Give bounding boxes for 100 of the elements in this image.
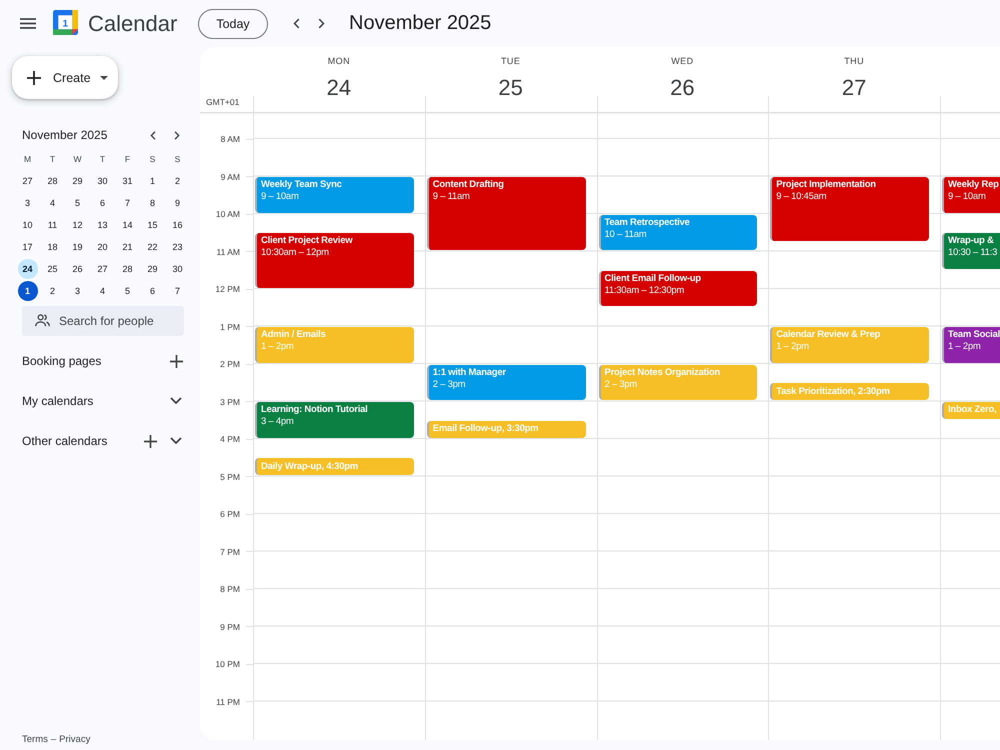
mini-calendar-day[interactable]: 27 xyxy=(18,171,38,191)
event-chip[interactable]: Team Social 1 – 2pm xyxy=(942,327,1000,362)
period-title: November 2025 xyxy=(349,12,492,35)
weekday-name: THU xyxy=(844,55,864,67)
mini-calendar-day[interactable]: 9 xyxy=(168,193,188,213)
plus-icon xyxy=(144,434,156,448)
section-title[interactable]: Booking pages xyxy=(22,354,160,368)
mini-calendar-day[interactable]: 12 xyxy=(68,215,88,235)
footer-link[interactable]: Terms xyxy=(22,734,48,746)
chevron-right-icon xyxy=(318,18,324,29)
mini-calendar-day[interactable]: 28 xyxy=(118,259,138,279)
mini-calendar-day[interactable]: 5 xyxy=(118,281,138,301)
mini-calendar-day[interactable]: 10 xyxy=(18,215,38,235)
timezone-label: GMT+01 xyxy=(206,97,240,107)
people-icon xyxy=(35,314,50,327)
weekday-name: TUE xyxy=(501,55,520,67)
mini-calendar-day[interactable]: 21 xyxy=(118,237,138,257)
event-chip[interactable]: Weekly Rep 9 – 10am xyxy=(942,177,1000,212)
footer-link[interactable]: Privacy xyxy=(59,734,90,746)
hour-label: 6 PM xyxy=(220,509,241,519)
hour-label: 1 PM xyxy=(220,322,241,332)
mini-calendar-day[interactable]: 3 xyxy=(68,281,88,301)
hour-label: 3 PM xyxy=(220,396,241,406)
date-number[interactable]: 24 xyxy=(326,74,352,102)
mini-calendar-day[interactable]: 5 xyxy=(68,193,88,213)
app-logo: 1 xyxy=(53,10,78,34)
mini-calendar-day[interactable]: 28 xyxy=(42,171,62,191)
mini-calendar-day[interactable]: 2 xyxy=(168,171,188,191)
chevron-left-icon xyxy=(292,18,300,29)
weekday-name: MON xyxy=(328,55,350,67)
section-title[interactable]: Other calendars xyxy=(22,434,134,448)
hour-label: 11 AM xyxy=(216,246,241,256)
mini-calendar-day[interactable]: 24 xyxy=(18,259,38,279)
mini-calendar-title: November 2025 xyxy=(22,128,108,142)
mini-calendar-day[interactable]: 20 xyxy=(92,237,112,257)
mini-calendar-day[interactable]: 30 xyxy=(92,171,112,191)
mini-calendar-day[interactable]: 1 xyxy=(142,171,162,191)
mini-calendar-day[interactable]: 6 xyxy=(142,281,162,301)
mini-calendar-day[interactable]: 3 xyxy=(18,193,38,213)
weekday-initial: W xyxy=(72,154,83,164)
hour-label: 7 PM xyxy=(220,546,241,556)
mini-calendar-day[interactable]: 16 xyxy=(168,215,188,235)
create-button[interactable]: Create xyxy=(12,56,118,99)
weekday-initial: M xyxy=(22,154,32,164)
hour-label: 4 PM xyxy=(220,434,241,444)
hour-label: 8 PM xyxy=(220,584,241,594)
mini-calendar-day[interactable]: 11 xyxy=(42,215,62,235)
footer-separator: – xyxy=(50,734,56,746)
people-search-field[interactable]: Search for people xyxy=(22,306,184,336)
weekday-initial: T xyxy=(48,154,56,164)
weekday-initial: S xyxy=(148,154,156,164)
hour-label: 12 PM xyxy=(215,284,241,294)
mini-calendar-day[interactable]: 19 xyxy=(68,237,88,257)
hour-label: 5 PM xyxy=(220,472,241,482)
hour-label: 11 PM xyxy=(216,696,241,706)
app-name: Calendar xyxy=(88,10,178,36)
mini-calendar-day[interactable]: 1 xyxy=(18,281,38,301)
mini-calendar-day[interactable]: 14 xyxy=(118,215,138,235)
event-chip[interactable]: Project Implementation 9 – 10:45am xyxy=(770,177,929,241)
event-chip[interactable]: Wrap-up & 10:30 – 11:3 xyxy=(942,233,1000,269)
plus-icon xyxy=(27,70,41,84)
mini-calendar-day[interactable]: 7 xyxy=(168,281,188,301)
mini-calendar-day[interactable]: 4 xyxy=(42,193,62,213)
mini-calendar-day[interactable]: 29 xyxy=(68,171,88,191)
mini-calendar-day[interactable]: 31 xyxy=(118,171,138,191)
date-number[interactable]: 26 xyxy=(670,74,695,102)
hour-label: 9 AM xyxy=(220,172,241,182)
menu-icon xyxy=(20,18,36,29)
mini-calendar-day[interactable]: 26 xyxy=(68,259,88,279)
mini-calendar-day[interactable]: 25 xyxy=(42,259,62,279)
caret-down-icon xyxy=(100,76,108,80)
hour-label: 9 PM xyxy=(220,622,241,632)
mini-calendar-day[interactable]: 2 xyxy=(42,281,62,301)
mini-calendar-day[interactable]: 4 xyxy=(92,281,112,301)
mini-calendar-day[interactable]: 13 xyxy=(92,215,112,235)
hour-label: 8 AM xyxy=(220,134,241,144)
event-chip[interactable]: Learning: Notion Tutorial 3 – 4pm xyxy=(255,402,414,438)
event-chip[interactable]: Client Project Review 10:30am – 12pm xyxy=(255,233,414,288)
event-chip[interactable]: Client Email Follow-up 11:30am – 12:30pm xyxy=(598,270,758,306)
weekday-name: WED xyxy=(671,55,694,67)
mini-calendar-day[interactable]: 18 xyxy=(42,237,62,257)
mini-calendar-day[interactable]: 6 xyxy=(92,193,112,213)
date-number[interactable]: 25 xyxy=(498,74,523,102)
mini-calendar-day[interactable]: 27 xyxy=(92,259,112,279)
mini-calendar-day[interactable]: 22 xyxy=(142,237,162,257)
section-title[interactable]: My calendars xyxy=(22,394,160,408)
mini-calendar-day[interactable]: 23 xyxy=(168,237,188,257)
weekday-initial: S xyxy=(174,154,182,164)
mini-calendar-day[interactable]: 29 xyxy=(142,259,162,279)
mini-calendar-day[interactable]: 17 xyxy=(18,237,38,257)
mini-calendar-day[interactable]: 7 xyxy=(118,193,138,213)
hour-label: 10 PM xyxy=(215,659,241,669)
today-button[interactable]: Today xyxy=(198,8,268,38)
date-number[interactable]: 27 xyxy=(842,74,866,102)
plus-icon xyxy=(170,354,182,368)
weekday-initial: T xyxy=(98,154,106,164)
event-chip[interactable]: Content Drafting 9 – 11am xyxy=(426,177,586,250)
mini-calendar-day[interactable]: 30 xyxy=(168,259,188,279)
mini-calendar-day[interactable]: 15 xyxy=(142,215,162,235)
mini-calendar-day[interactable]: 8 xyxy=(142,193,162,213)
